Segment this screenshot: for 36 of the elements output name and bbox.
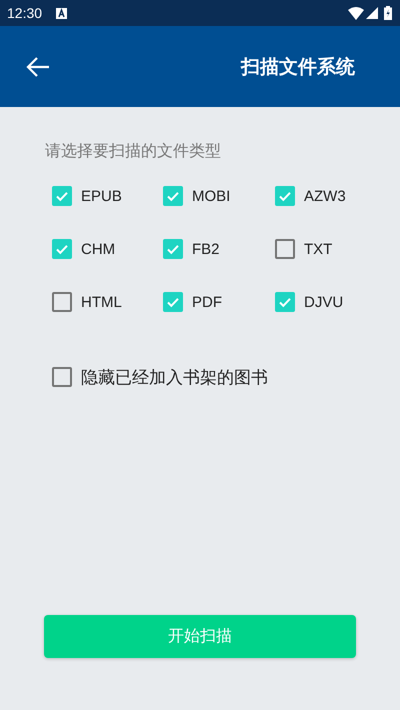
file-type-label: AZW3 — [304, 188, 346, 204]
file-type-label: HTML — [81, 294, 122, 310]
checkbox[interactable] — [52, 367, 72, 387]
checkmark-icon — [55, 189, 69, 203]
checkbox[interactable] — [163, 239, 183, 259]
file-type-label: PDF — [192, 294, 222, 310]
back-arrow-icon[interactable] — [26, 56, 50, 78]
file-type-label: FB2 — [192, 240, 220, 258]
checkmark-icon — [278, 295, 292, 309]
page-title: 扫描文件系统 — [241, 54, 355, 80]
checkbox[interactable] — [275, 186, 295, 206]
battery-icon — [384, 6, 392, 20]
status-time: 12:30 — [7, 5, 42, 21]
file-type-label: TXT — [304, 240, 332, 258]
checkmark-icon — [278, 189, 292, 203]
checkmark-icon — [166, 295, 180, 309]
notification-icon — [56, 8, 68, 18]
checkmark-icon — [166, 189, 180, 203]
wifi-icon — [348, 6, 364, 20]
file-type-label: MOBI — [192, 188, 230, 204]
checkmark-icon — [55, 242, 69, 256]
prompt-text: 请选择要扫描的文件类型 — [45, 141, 222, 162]
checkbox[interactable] — [52, 239, 72, 259]
start-scan-button[interactable]: 开始扫描 — [44, 615, 356, 658]
signal-icon — [366, 7, 378, 19]
file-type-label: EPUB — [81, 188, 122, 204]
checkbox[interactable] — [163, 186, 183, 206]
checkbox[interactable] — [275, 239, 295, 259]
file-type-label: CHM — [81, 240, 116, 258]
checkbox[interactable] — [52, 186, 72, 206]
hide-option-label: 隐藏已经加入书架的图书 — [81, 366, 268, 388]
checkmark-icon — [166, 242, 180, 256]
checkbox[interactable] — [163, 292, 183, 312]
checkbox[interactable] — [275, 292, 295, 312]
file-type-label: DJVU — [304, 294, 344, 310]
checkbox[interactable] — [52, 292, 72, 312]
